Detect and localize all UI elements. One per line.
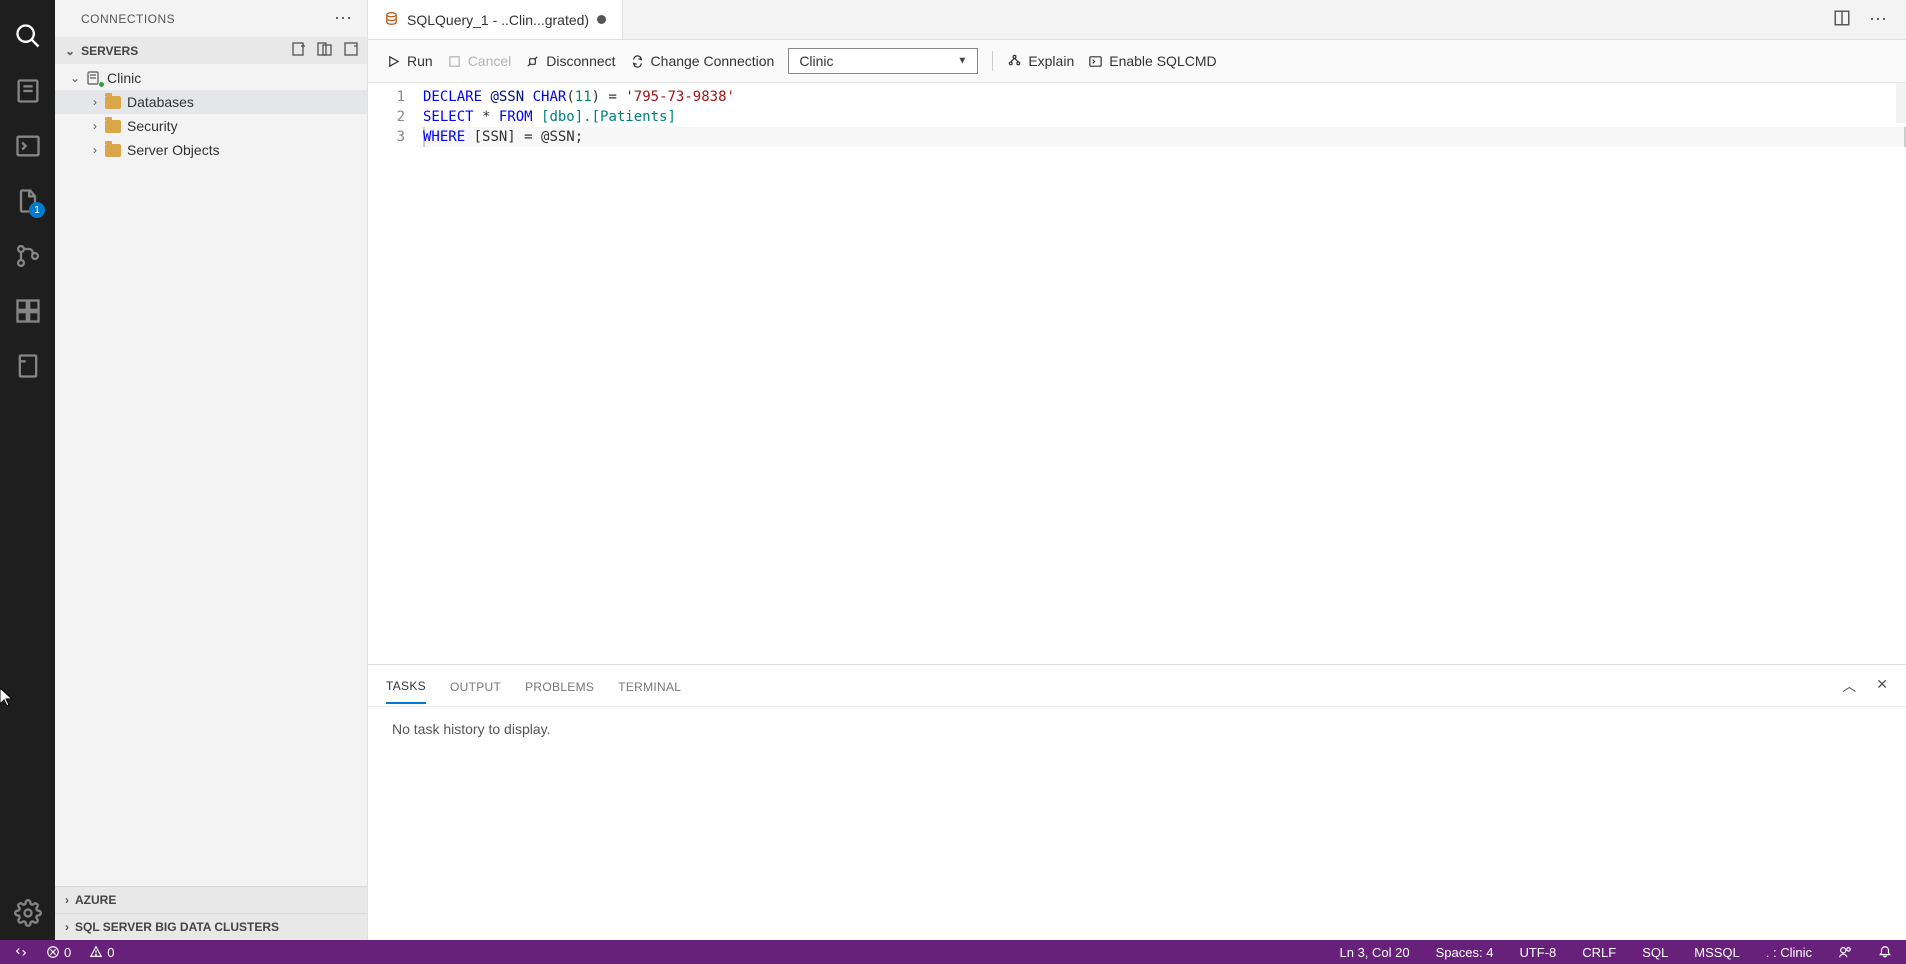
dirty-indicator-icon: [597, 15, 606, 24]
panel-tabs: TASKS OUTPUT PROBLEMS TERMINAL ︿ ✕: [368, 665, 1906, 707]
status-remote-icon[interactable]: [10, 945, 32, 959]
split-editor-icon[interactable]: [1833, 9, 1851, 30]
chevron-right-icon: ›: [65, 920, 69, 934]
tree-server-objects[interactable]: › Server Objects: [55, 138, 367, 162]
status-bell-icon[interactable]: [1874, 945, 1896, 959]
folder-icon: [103, 120, 123, 133]
chevron-down-icon: ⌄: [65, 44, 75, 58]
status-warnings[interactable]: 0: [85, 945, 118, 960]
panel-tab-output[interactable]: OUTPUT: [450, 669, 501, 703]
chevron-right-icon: ›: [87, 119, 103, 133]
status-spaces[interactable]: Spaces: 4: [1432, 945, 1498, 960]
section-servers[interactable]: ⌄ SERVERS: [55, 37, 367, 64]
chevron-right-icon: ›: [65, 893, 69, 907]
panel-tab-problems[interactable]: PROBLEMS: [525, 669, 594, 703]
folder-icon: [103, 144, 123, 157]
folder-icon: [103, 96, 123, 109]
chevron-right-icon: ›: [87, 95, 103, 109]
section-azure-label: AZURE: [75, 893, 116, 907]
tree-label: Databases: [127, 94, 194, 110]
tree-server-clinic[interactable]: ⌄ Clinic: [55, 66, 367, 90]
minimap[interactable]: [1896, 83, 1906, 123]
chevron-down-icon: ⌄: [67, 71, 83, 85]
activity-explorer-icon[interactable]: 1: [0, 173, 55, 228]
collapse-icon[interactable]: [343, 41, 359, 60]
activity-extensions-icon[interactable]: [0, 283, 55, 338]
separator: [992, 51, 993, 71]
section-azure[interactable]: › AZURE: [55, 886, 367, 913]
status-language[interactable]: SQL: [1638, 945, 1672, 960]
section-bigdata-label: SQL SERVER BIG DATA CLUSTERS: [75, 920, 279, 934]
more-icon[interactable]: ⋯: [334, 8, 353, 29]
status-eol[interactable]: CRLF: [1578, 945, 1620, 960]
activity-terminal-icon[interactable]: [0, 118, 55, 173]
activity-notebook-icon[interactable]: [0, 338, 55, 393]
explain-button[interactable]: Explain: [1007, 53, 1074, 69]
run-button[interactable]: Run: [386, 53, 433, 69]
chevron-right-icon: ›: [87, 143, 103, 157]
server-icon: [83, 70, 103, 86]
editor-region: SQLQuery_1 - ..Clin...grated) ⋯ Run Canc…: [368, 0, 1906, 940]
activity-bar: 1: [0, 0, 55, 940]
line-gutter: 1 2 3: [368, 83, 423, 664]
server-label: Clinic: [107, 70, 141, 86]
status-dot-icon: [98, 81, 105, 88]
tree-security[interactable]: › Security: [55, 114, 367, 138]
activity-badge: 1: [29, 202, 45, 218]
status-encoding[interactable]: UTF-8: [1515, 945, 1560, 960]
status-bar: 0 0 Ln 3, Col 20 Spaces: 4 UTF-8 CRLF SQ…: [0, 940, 1906, 964]
status-connection[interactable]: . : Clinic: [1762, 945, 1816, 960]
panel-body: No task history to display.: [368, 707, 1906, 751]
new-group-icon[interactable]: [317, 41, 333, 60]
tree-databases[interactable]: › Databases: [55, 90, 367, 114]
panel-close-icon[interactable]: ✕: [1876, 676, 1888, 696]
tab-title: SQLQuery_1 - ..Clin...grated): [407, 12, 589, 28]
status-provider[interactable]: MSSQL: [1690, 945, 1744, 960]
panel-message: No task history to display.: [392, 721, 550, 737]
sidebar-title-row: CONNECTIONS ⋯: [55, 0, 367, 37]
change-connection-button[interactable]: Change Connection: [630, 53, 775, 69]
section-servers-label: SERVERS: [81, 44, 138, 58]
database-icon: [384, 11, 399, 29]
tree-label: Server Objects: [127, 142, 220, 158]
disconnect-button[interactable]: Disconnect: [525, 53, 615, 69]
status-line-col[interactable]: Ln 3, Col 20: [1336, 945, 1414, 960]
sidebar: CONNECTIONS ⋯ ⌄ SERVERS ⌄ Clinic ›: [55, 0, 368, 940]
activity-scm-icon[interactable]: [0, 228, 55, 283]
connection-select[interactable]: Clinic: [788, 48, 978, 74]
query-toolbar: Run Cancel Disconnect Change Connection …: [368, 40, 1906, 83]
tab-bar: SQLQuery_1 - ..Clin...grated) ⋯: [368, 0, 1906, 40]
tree-label: Security: [127, 118, 178, 134]
enable-sqlcmd-button[interactable]: Enable SQLCMD: [1088, 53, 1216, 69]
activity-settings-icon[interactable]: [0, 885, 55, 940]
activity-servers-icon[interactable]: [0, 63, 55, 118]
editor-tab[interactable]: SQLQuery_1 - ..Clin...grated): [368, 0, 623, 39]
bottom-panel: TASKS OUTPUT PROBLEMS TERMINAL ︿ ✕ No ta…: [368, 664, 1906, 940]
status-feedback-icon[interactable]: [1834, 945, 1856, 959]
cancel-button: Cancel: [447, 53, 512, 69]
code-content[interactable]: DECLARE @SSN CHAR(11) = '795-73-9838'SEL…: [423, 83, 1906, 664]
panel-maximize-icon[interactable]: ︿: [1842, 676, 1856, 696]
panel-tab-terminal[interactable]: TERMINAL: [618, 669, 681, 703]
new-connection-icon[interactable]: [291, 41, 307, 60]
activity-search-icon[interactable]: [0, 8, 55, 63]
code-editor[interactable]: 1 2 3 DECLARE @SSN CHAR(11) = '795-73-98…: [368, 83, 1906, 664]
more-icon[interactable]: ⋯: [1869, 9, 1888, 30]
status-errors[interactable]: 0: [42, 945, 75, 960]
sidebar-title: CONNECTIONS: [81, 12, 175, 26]
panel-tab-tasks[interactable]: TASKS: [386, 668, 426, 704]
server-tree: ⌄ Clinic › Databases › Security › S: [55, 64, 367, 886]
section-bigdata[interactable]: › SQL SERVER BIG DATA CLUSTERS: [55, 913, 367, 940]
